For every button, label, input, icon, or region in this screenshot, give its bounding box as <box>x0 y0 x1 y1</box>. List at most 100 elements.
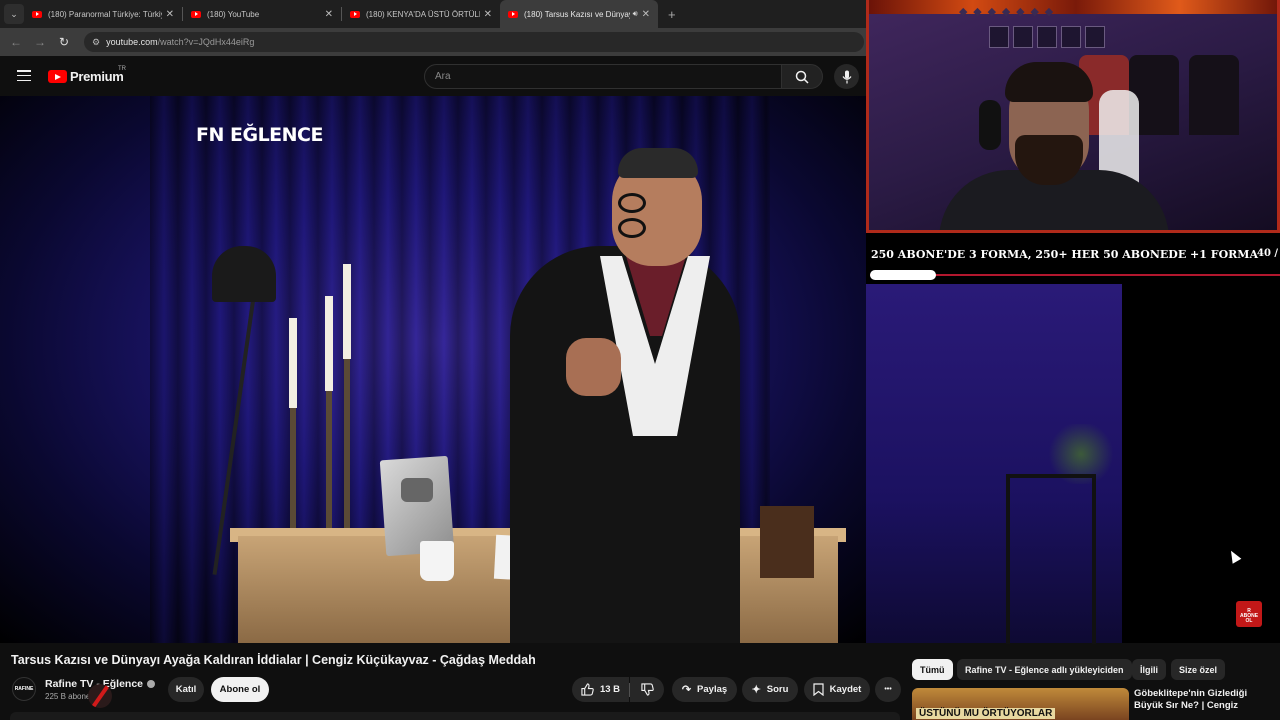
subscribe-button[interactable]: Abone ol <box>211 677 269 702</box>
mug <box>420 541 454 581</box>
subscriber-goal-bar <box>870 270 1280 280</box>
channel-avatar[interactable]: RAFINE <box>12 677 36 701</box>
forward-arrow-icon[interactable]: → <box>28 35 52 49</box>
browser-tab-2[interactable]: (180) YouTube ✕ <box>183 0 341 28</box>
subscriber-goal-text: 250 ABONE'DE 3 FORMA, 250+ HER 50 ABONED… <box>871 248 1259 261</box>
sparkle-icon: ✦ <box>751 684 761 696</box>
tab-title: (180) Tarsus Kazısı ve Dünyayı <box>524 9 630 19</box>
share-label: Paylaş <box>697 684 728 695</box>
tab-close-icon[interactable]: ✕ <box>325 9 333 20</box>
streamer-beard <box>1015 135 1083 185</box>
youtube-premium-logo[interactable]: Premium TR <box>48 66 126 84</box>
tab-close-icon[interactable]: ✕ <box>166 9 174 20</box>
room-background <box>866 284 1122 644</box>
search-button[interactable] <box>781 64 823 89</box>
books-stack <box>760 506 814 578</box>
reload-icon[interactable]: ↻ <box>52 35 76 49</box>
description-box-top <box>10 712 900 720</box>
badge-line-3: OL <box>1245 618 1253 624</box>
tab-search-chevron-icon[interactable]: ⌄ <box>4 4 24 24</box>
presenter-hair <box>618 148 698 178</box>
join-button[interactable]: Katıl <box>168 677 204 702</box>
youtube-masthead: Premium TR <box>0 56 866 96</box>
share-button[interactable]: ↷ Paylaş <box>672 677 737 702</box>
youtube-play-logo-icon <box>48 70 67 83</box>
country-code: TR <box>118 66 126 72</box>
screen: ⌄ (180) Paranormal Türkiye: Türkiye ✕ (1… <box>0 0 1280 720</box>
chip-related[interactable]: İlgili <box>1132 659 1166 680</box>
thumbs-down-icon <box>640 683 654 696</box>
browser-tab-1[interactable]: (180) Paranormal Türkiye: Türkiye ✕ <box>24 0 182 28</box>
save-button[interactable]: Kaydet <box>804 677 870 702</box>
tab-title: (180) YouTube <box>207 9 260 19</box>
thumbs-up-icon <box>581 683 594 696</box>
presenter-hand <box>566 338 621 396</box>
subscriber-goal-count: 40 / 2 <box>1257 248 1280 259</box>
webcam-fire-border <box>869 0 1277 14</box>
floor-lamp <box>212 246 276 302</box>
like-count: 13 B <box>599 684 621 695</box>
candle <box>289 318 297 408</box>
address-bar[interactable]: ⚙ youtube.com/watch?v=JQdHx44eiRg <box>84 32 864 52</box>
hanging-shirt <box>1189 55 1239 135</box>
browser-toolbar: ← → ↻ ⚙ youtube.com/watch?v=JQdHx44eiRg <box>0 28 866 56</box>
webcam-feed: ◆ ◆ ◆ ◆ ◆ ◆ ◆ <box>866 0 1280 233</box>
candle <box>325 296 333 391</box>
play-button-icon <box>401 478 433 502</box>
verified-check-icon <box>147 680 156 689</box>
search-input[interactable] <box>425 65 781 88</box>
back-arrow-icon[interactable]: ← <box>4 35 28 49</box>
subscribe-badge: R ABONE OL <box>1236 601 1262 627</box>
voice-search-button[interactable] <box>834 64 859 89</box>
new-tab-plus-icon[interactable]: + <box>668 7 676 22</box>
streamer-hair <box>1005 62 1093 102</box>
recommendation-title[interactable]: Göbeklitepe'nin Gizlediği Büyük Sır Ne? … <box>1134 688 1274 712</box>
thumbnail-caption: ÜSTÜNÜ MU ÖRTÜYORLAR <box>916 708 1056 719</box>
webcam-wall-frames <box>989 26 1105 48</box>
site-settings-icon[interactable]: ⚙ <box>92 37 100 48</box>
more-actions-button[interactable]: ••• <box>875 677 901 702</box>
menu-hamburger-icon[interactable] <box>17 70 31 81</box>
subscriber-count: 225 B abone <box>45 692 91 701</box>
search-icon <box>795 70 809 84</box>
youtube-favicon-icon <box>32 10 42 18</box>
webcam-wall-sign: ◆ ◆ ◆ ◆ ◆ ◆ ◆ <box>959 5 1055 18</box>
chair <box>1006 474 1096 644</box>
browser-tab-strip: ⌄ (180) Paranormal Türkiye: Türkiye ✕ (1… <box>0 0 866 28</box>
speaker-icon[interactable]: 🔊︎ <box>633 9 638 19</box>
youtube-favicon-icon <box>350 10 360 18</box>
tab-close-icon[interactable]: ✕ <box>642 9 650 20</box>
chip-for-you[interactable]: Size özel <box>1171 659 1226 680</box>
bookmark-icon <box>813 683 824 696</box>
url-host: youtube.com <box>106 37 158 47</box>
ask-label: Soru <box>766 684 789 695</box>
goal-bar-fill <box>870 270 936 280</box>
stream-overlay: ◆ ◆ ◆ ◆ ◆ ◆ ◆ 250 ABONE'DE 3 FORMA, 250+… <box>866 0 1280 644</box>
logo-text: Premium <box>70 69 124 84</box>
ask-button[interactable]: ✦ Soru <box>742 677 798 702</box>
search-box <box>424 64 782 89</box>
tab-close-icon[interactable]: ✕ <box>484 9 492 20</box>
tab-title: (180) KENYA'DA ÜSTÜ ÖRTÜLEN <box>366 9 480 19</box>
headset-icon <box>979 100 1001 150</box>
browser-tab-4-active[interactable]: (180) Tarsus Kazısı ve Dünyayı 🔊︎ ✕ <box>500 0 658 28</box>
presenter-glasses <box>618 193 698 238</box>
candle <box>343 264 351 359</box>
dislike-button[interactable] <box>630 677 664 702</box>
recommendation-thumbnail[interactable]: ÜSTÜNÜ MU ÖRTÜYORLAR <box>912 688 1129 720</box>
share-arrow-icon: ↷ <box>681 684 692 696</box>
browser-tab-3[interactable]: (180) KENYA'DA ÜSTÜ ÖRTÜLEN ✕ <box>342 0 500 28</box>
chip-from-uploader[interactable]: Rafine TV - Eğlence adlı yükleyiciden <box>957 659 1132 680</box>
video-title: Tarsus Kazısı ve Dünyayı Ayağa Kaldıran … <box>11 653 536 667</box>
video-brand-watermark: FN EĞLENCE <box>196 124 323 146</box>
youtube-favicon-icon <box>191 10 201 18</box>
youtube-favicon-icon <box>508 10 518 18</box>
like-button[interactable]: 13 B <box>572 677 629 702</box>
url-path: /watch?v=JQdHx44eiRg <box>157 37 255 47</box>
pen-cursor-icon <box>88 684 112 708</box>
video-player[interactable]: FN EĞLENCE <box>0 96 866 643</box>
microphone-icon <box>842 70 851 83</box>
tab-title: (180) Paranormal Türkiye: Türkiye <box>48 9 162 19</box>
chip-all[interactable]: Tümü <box>912 659 953 680</box>
save-label: Kaydet <box>829 684 862 695</box>
